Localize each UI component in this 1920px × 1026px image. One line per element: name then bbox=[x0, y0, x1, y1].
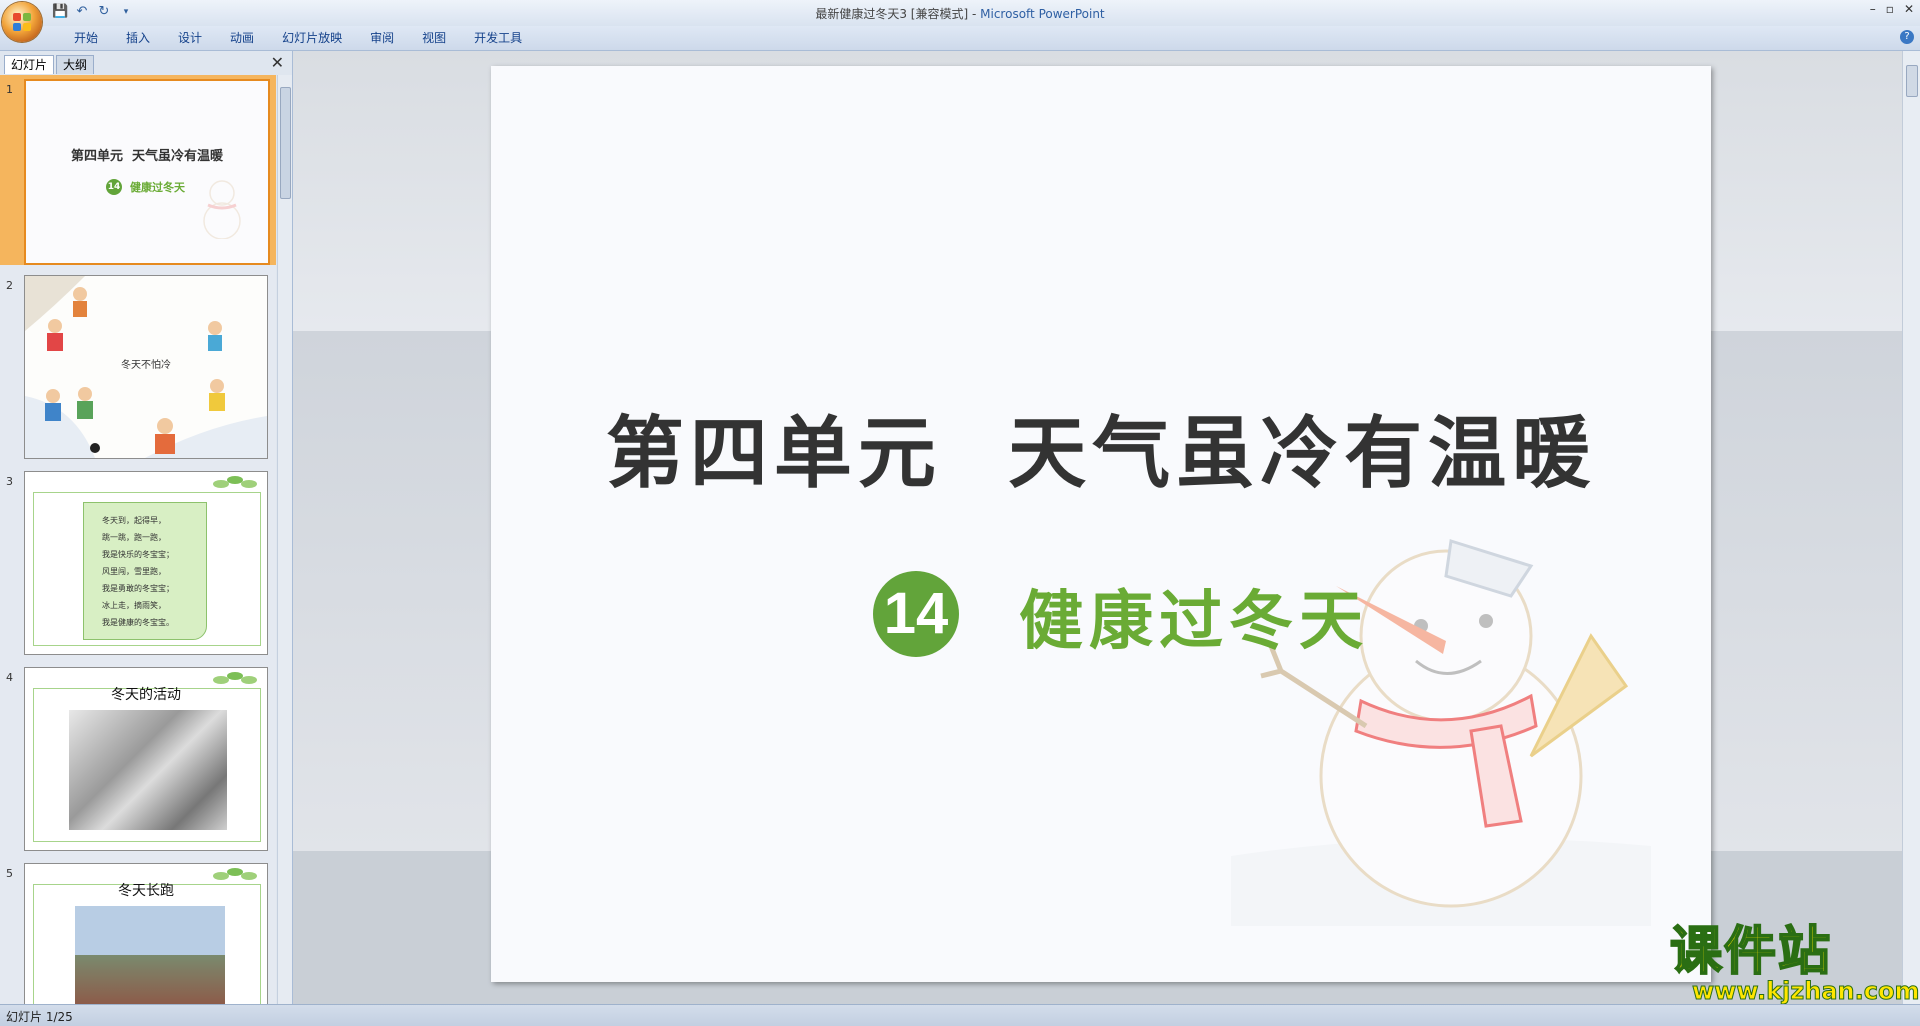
ribbon: 开始 插入 设计 动画 幻灯片放映 审阅 视图 开发工具 ? bbox=[0, 26, 1920, 51]
snowman-illustration bbox=[203, 180, 241, 239]
close-icon[interactable]: ✕ bbox=[1904, 2, 1914, 16]
thumb-title: 第四单元 天气虽冷有温暖 bbox=[70, 149, 224, 164]
leaf-decoration-icon bbox=[213, 476, 257, 488]
panel-tabs: 幻灯片 大纲 ✕ bbox=[0, 53, 292, 74]
ribbon-tabs: 开始 插入 设计 动画 幻灯片放映 审阅 视图 开发工具 bbox=[60, 30, 536, 46]
thumb-text: 冬天不怕冷 bbox=[121, 360, 171, 371]
thumb-badge: 14 bbox=[106, 179, 122, 195]
office-logo-icon bbox=[13, 13, 31, 31]
tab-home[interactable]: 开始 bbox=[60, 30, 112, 46]
watermark-brand: 课件站 bbox=[1669, 922, 1833, 982]
minimize-icon[interactable]: – bbox=[1870, 2, 1876, 16]
thumbnail-preview: 冬天到，起得早， 跳一跳，跑一跑， 我是快乐的冬宝宝； 风里闯，雪里跑， 我是勇… bbox=[24, 471, 268, 655]
slide-thumbnail-1[interactable]: 1 第四单元 天气虽冷有温暖 14 健康过冬天 bbox=[0, 75, 276, 265]
window-title: 最新健康过冬天3 [兼容模式] - Microsoft PowerPoint bbox=[815, 7, 1105, 21]
title-bar: 💾 ↶ ↻ ▾ 最新健康过冬天3 [兼容模式] - Microsoft Powe… bbox=[0, 0, 1920, 26]
current-slide[interactable]: 第四单元 天气虽冷有温暖 14 健康过冬天 bbox=[491, 66, 1711, 982]
restore-icon[interactable]: ▫ bbox=[1886, 2, 1894, 16]
lesson-number-badge: 14 bbox=[873, 571, 959, 657]
thumbnail-preview: 第四单元 天气虽冷有温暖 14 健康过冬天 bbox=[24, 79, 270, 265]
tab-view[interactable]: 视图 bbox=[408, 30, 460, 46]
slide-counter: 幻灯片 1/25 bbox=[6, 1010, 73, 1024]
vertical-scrollbar[interactable] bbox=[1902, 51, 1920, 1004]
slide-number: 1 bbox=[6, 83, 13, 96]
scroll-thumb[interactable] bbox=[1906, 65, 1918, 97]
close-panel-icon[interactable]: ✕ bbox=[271, 53, 284, 72]
slide-thumbnail-3[interactable]: 3 冬天到，起得早， 跳一跳，跑一跑， 我是快乐的冬宝宝； 风里闯，雪里跑， 我… bbox=[0, 467, 276, 657]
tab-review[interactable]: 审阅 bbox=[356, 30, 408, 46]
scroll-thumb[interactable] bbox=[280, 87, 291, 199]
help-icon[interactable]: ? bbox=[1900, 30, 1914, 44]
tab-slides[interactable]: 幻灯片 bbox=[4, 55, 55, 74]
watermark: 课件站 www.kjzhan.com bbox=[1669, 922, 1920, 1006]
slide-subtitle[interactable]: 健康过冬天 bbox=[1019, 570, 1369, 662]
document-name: 最新健康过冬天3 [兼容模式] bbox=[815, 7, 969, 21]
tab-design[interactable]: 设计 bbox=[164, 30, 216, 46]
snow-photo bbox=[69, 710, 227, 830]
tab-developer[interactable]: 开发工具 bbox=[460, 30, 536, 46]
thumb-subtitle: 健康过冬天 bbox=[130, 181, 185, 194]
panel-scrollbar[interactable] bbox=[277, 75, 292, 1004]
slide-number: 5 bbox=[6, 867, 13, 880]
slide-number: 4 bbox=[6, 671, 13, 684]
office-button[interactable] bbox=[2, 2, 42, 42]
status-bar: 幻灯片 1/25 bbox=[0, 1004, 1920, 1026]
watermark-url: www.kjzhan.com bbox=[1691, 977, 1920, 1006]
tab-outline[interactable]: 大纲 bbox=[56, 55, 95, 74]
slides-panel: 幻灯片 大纲 ✕ 1 第四单元 天气虽冷有温暖 14 健康过冬天 2 冬天不怕冷… bbox=[0, 51, 293, 1004]
tab-slideshow[interactable]: 幻灯片放映 bbox=[268, 30, 356, 46]
slide-thumbnail-4[interactable]: 4 冬天的活动 bbox=[0, 663, 276, 853]
thumbnail-preview: 冬天不怕冷 bbox=[24, 275, 268, 459]
slide-title[interactable]: 第四单元 天气虽冷有温暖 bbox=[491, 391, 1711, 503]
slide-thumbnail-5[interactable]: 5 冬天长跑 bbox=[0, 859, 276, 1004]
tab-animations[interactable]: 动画 bbox=[216, 30, 268, 46]
thumbnail-preview: 冬天长跑 bbox=[24, 863, 268, 1004]
thumb-caption: 冬天长跑 bbox=[118, 883, 174, 899]
thumbnail-list[interactable]: 1 第四单元 天气虽冷有温暖 14 健康过冬天 2 冬天不怕冷 3 冬天到，起得… bbox=[0, 75, 276, 1004]
slide-number: 2 bbox=[6, 279, 13, 292]
window-controls: – ▫ ✕ bbox=[1870, 2, 1914, 16]
thumb-caption: 冬天的活动 bbox=[111, 687, 181, 703]
slide-number: 3 bbox=[6, 475, 13, 488]
thumbnail-preview: 冬天的活动 bbox=[24, 667, 268, 851]
app-name: Microsoft PowerPoint bbox=[980, 7, 1105, 21]
slide-thumbnail-2[interactable]: 2 冬天不怕冷 bbox=[0, 271, 276, 461]
tab-insert[interactable]: 插入 bbox=[112, 30, 164, 46]
poem-box: 冬天到，起得早， 跳一跳，跑一跑， 我是快乐的冬宝宝； 风里闯，雪里跑， 我是勇… bbox=[83, 502, 207, 640]
running-photo bbox=[75, 906, 225, 1004]
